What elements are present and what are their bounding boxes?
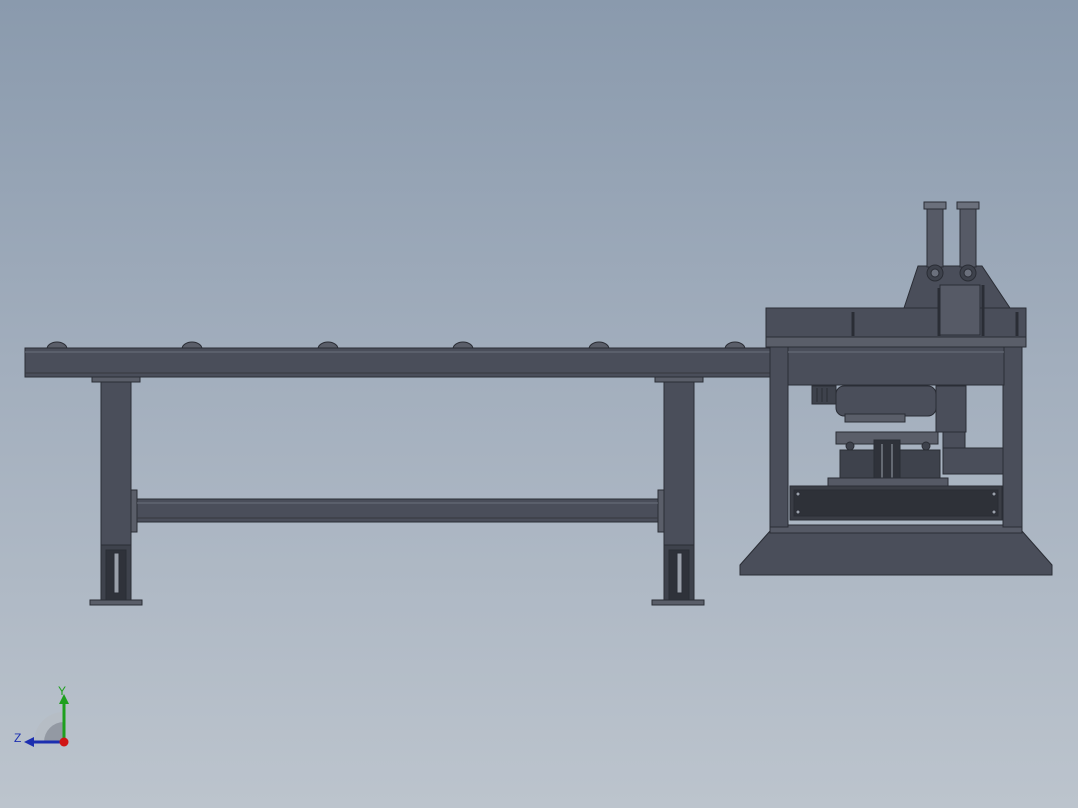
press-motor [835, 385, 937, 417]
axis-triad-graphic [24, 694, 69, 747]
leg-top-plate [91, 376, 141, 383]
leg-top-plate [654, 376, 704, 383]
view-orientation-triad: Y Z [10, 684, 80, 761]
press-punch [873, 439, 901, 485]
conveyor-assembly[interactable] [24, 341, 771, 606]
x-axis-dot [59, 737, 69, 747]
conveyor-cross-member [136, 498, 659, 523]
roller-conveyor-and-press-model[interactable] [0, 0, 1078, 808]
motor-fan-fins [811, 385, 837, 405]
hydraulic-cylinder-right [959, 204, 977, 268]
adjustable-foot-right [651, 544, 705, 606]
cross-member-flange [657, 489, 665, 533]
press-base [739, 530, 1053, 576]
adjustable-foot-left [89, 544, 143, 606]
press-machine-assembly[interactable] [739, 201, 1053, 576]
press-top-housing [765, 307, 1027, 339]
press-upper-beam [787, 346, 1005, 386]
press-frame-post-right [1002, 344, 1023, 528]
cross-member-flange [130, 489, 138, 533]
z-axis-label: Z [14, 731, 22, 745]
hydraulic-cylinder-left [926, 204, 944, 268]
y-axis-label: Y [58, 684, 67, 698]
cad-graphics-viewport[interactable]: Y Z [0, 0, 1078, 808]
press-frame-post-left [769, 344, 789, 528]
conveyor-leg-left [100, 381, 132, 546]
conveyor-leg-right [663, 381, 695, 546]
